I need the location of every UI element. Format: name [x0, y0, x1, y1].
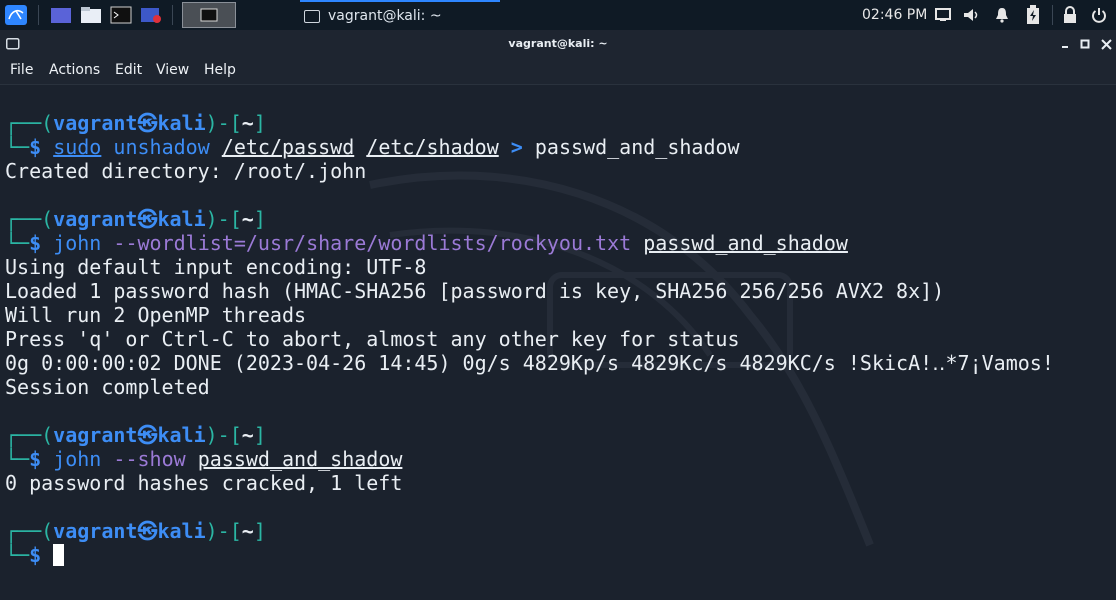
text-cursor — [53, 544, 65, 566]
notifications-bell-icon[interactable] — [993, 6, 1011, 24]
prompt-line: ┌──(vagrant㉿kali)-[~] — [5, 111, 266, 135]
terminal-window-icon — [304, 9, 320, 23]
menu-file[interactable]: File — [10, 58, 33, 84]
window-titlebar[interactable]: vagrant@kali: ~ — [0, 30, 1116, 58]
command-line: └─$ john --show passwd_and_shadow — [5, 447, 403, 471]
screen-recorder-icon[interactable] — [138, 3, 164, 27]
menu-bar: File Actions Edit View Help — [0, 58, 1116, 85]
file-manager-icon[interactable] — [78, 3, 104, 27]
terminal-icon[interactable] — [108, 3, 134, 27]
maximize-icon[interactable] — [1080, 39, 1090, 49]
prompt-line: ┌──(vagrant㉿kali)-[~] — [5, 519, 266, 543]
command-line: └─$ sudo unshadow /etc/passwd /etc/shado… — [5, 135, 740, 159]
power-icon[interactable] — [1090, 6, 1108, 24]
menu-actions[interactable]: Actions — [49, 58, 100, 84]
output-line: 0g 0:00:00:02 DONE (2023-04-26 14:45) 0g… — [5, 351, 1054, 375]
workspace-icon[interactable] — [48, 3, 74, 27]
close-icon[interactable] — [1101, 39, 1112, 50]
taskbar-window-title: vagrant@kali: ~ — [328, 8, 442, 24]
clock[interactable]: 02:46 PM — [862, 0, 927, 30]
terminal-window: vagrant@kali: ~ File Actions Edit View H… — [0, 30, 1116, 600]
output-line: Using default input encoding: UTF-8 — [5, 255, 427, 279]
active-workspace-button[interactable] — [182, 2, 236, 28]
panel-separator — [1052, 5, 1053, 25]
prompt-line: ┌──(vagrant㉿kali)-[~] — [5, 207, 266, 231]
top-panel: vagrant@kali: ~ 02:46 PM — [0, 0, 1116, 31]
terminal-output-area[interactable]: ┌──(vagrant㉿kali)-[~] └─$ sudo unshadow … — [0, 85, 1116, 600]
active-command-line[interactable]: └─$ — [5, 543, 65, 567]
menu-view[interactable]: View — [156, 58, 189, 84]
panel-separator — [38, 5, 39, 25]
kali-menu-icon[interactable] — [2, 3, 30, 27]
window-title: vagrant@kali: ~ — [508, 37, 608, 50]
battery-charging-icon[interactable] — [1024, 5, 1042, 24]
output-line: Session completed — [5, 375, 210, 399]
output-line: Will run 2 OpenMP threads — [5, 303, 307, 327]
panel-separator — [172, 5, 173, 25]
output-line: Press 'q' or Ctrl-C to abort, almost any… — [5, 327, 740, 351]
menu-help[interactable]: Help — [204, 58, 236, 84]
lock-icon[interactable] — [1061, 6, 1079, 24]
command-line: └─$ john --wordlist=/usr/share/wordlists… — [5, 231, 848, 255]
volume-icon[interactable] — [963, 6, 981, 24]
menu-edit[interactable]: Edit — [115, 58, 142, 84]
prompt-line: ┌──(vagrant㉿kali)-[~] — [5, 423, 266, 447]
output-line: Loaded 1 password hash (HMAC-SHA256 [pas… — [5, 279, 945, 303]
output-line: Created directory: /root/.john — [5, 159, 367, 183]
output-line: 0 password hashes cracked, 1 left — [5, 471, 403, 495]
taskbar-window-button[interactable]: vagrant@kali: ~ — [300, 0, 500, 30]
display-icon[interactable] — [934, 6, 952, 24]
minimize-icon[interactable] — [1060, 39, 1070, 49]
